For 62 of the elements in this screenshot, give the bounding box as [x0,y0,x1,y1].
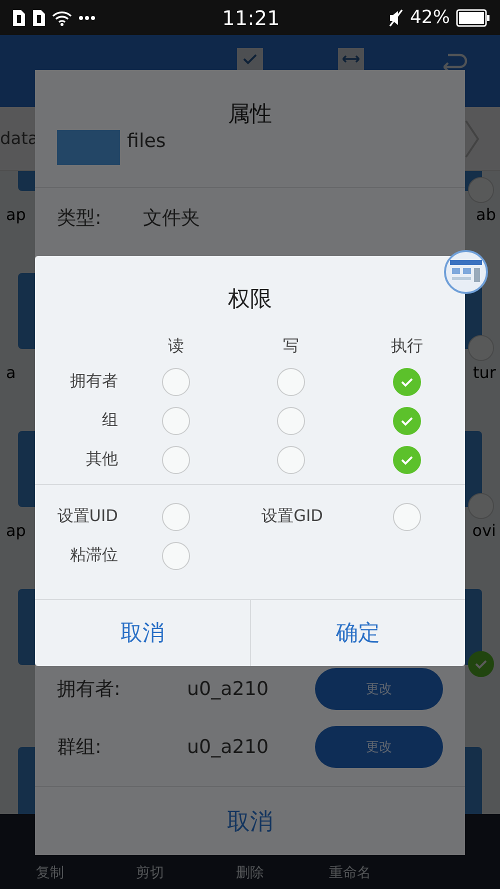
select-checkbox[interactable] [468,493,494,519]
dialog-title: 属性 [227,101,273,129]
field-label: 拥有者: [57,677,122,702]
column-header: 读 [167,335,185,357]
clock: 11:21 [222,6,280,30]
toolbar-button[interactable]: 剪切 [100,863,200,883]
option-checkbox[interactable] [393,502,421,530]
permission-checkbox[interactable] [393,446,421,474]
folder-icon [57,130,120,165]
permission-checkbox[interactable] [162,368,190,396]
column-header: 执行 [390,335,424,357]
row-label: 组 [101,410,119,431]
field-value: u0_a210 [187,678,270,700]
file-name: ap [6,205,26,224]
permission-checkbox[interactable] [393,368,421,396]
field-value: u0_a210 [187,736,270,758]
toolbar-button[interactable]: 重命名 [300,863,400,883]
column-header: 写 [282,335,300,357]
option-checkbox[interactable] [162,502,190,530]
select-checkbox[interactable] [468,177,494,203]
change-button[interactable]: 更改 [315,726,443,768]
file-name: tur [473,363,496,382]
dialog-button[interactable]: 确定 [250,600,465,666]
more-icon [78,14,96,20]
battery-percent: 42% [410,7,450,28]
cancel-button[interactable]: 取消 [35,787,465,855]
option-checkbox[interactable] [162,542,190,570]
file-name: ovi [472,521,496,540]
select-checkbox[interactable] [468,651,494,677]
option-label: 粘滞位 [69,545,119,566]
change-button[interactable]: 更改 [315,668,443,710]
permission-checkbox[interactable] [393,406,421,434]
permission-checkbox[interactable] [162,406,190,434]
field-value: 文件夹 [143,206,200,231]
permission-checkbox[interactable] [277,406,305,434]
dialog-button[interactable]: 取消 [35,600,250,666]
file-name: ap [6,521,26,540]
toolbar-button[interactable]: 复制 [0,863,100,883]
file-name: ab [476,205,496,224]
select-checkbox[interactable] [468,335,494,361]
option-label: 设置UID [56,506,119,527]
battery-icon [456,8,490,26]
option-label: 设置GID [260,506,324,527]
wifi-icon [52,10,72,26]
permission-checkbox[interactable] [277,446,305,474]
permission-checkbox[interactable] [162,446,190,474]
sim-card-icon [12,8,26,26]
field-label: 类型: [57,206,102,231]
sim-card-icon [32,8,46,26]
file-name: files [127,130,166,152]
file-name: a [6,363,16,382]
row-label: 拥有者 [69,371,119,392]
mute-icon [388,8,404,26]
field-label: 群组: [57,735,102,760]
floating-thumbnail-icon[interactable] [444,250,488,294]
toolbar-button[interactable]: 删除 [200,863,300,883]
dialog-title: 权限 [227,286,273,314]
swap-arrows-icon[interactable] [338,48,364,70]
select-all-icon[interactable] [237,48,263,70]
permission-checkbox[interactable] [277,368,305,396]
chevron-right-icon[interactable] [464,118,480,158]
row-label: 其他 [85,449,119,470]
